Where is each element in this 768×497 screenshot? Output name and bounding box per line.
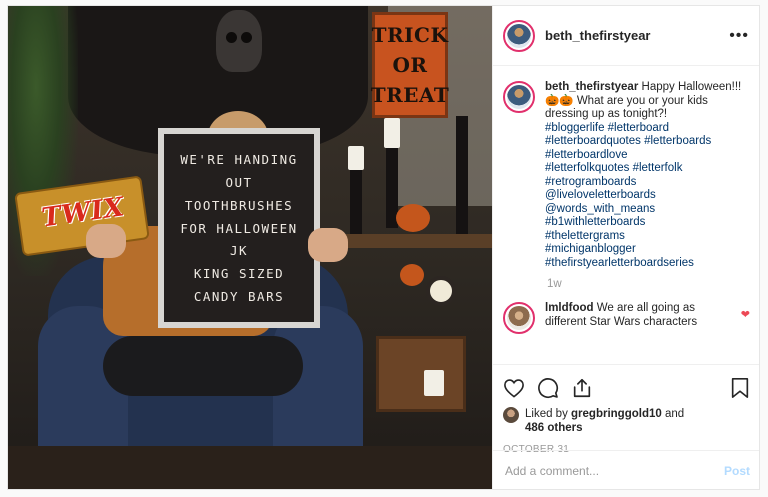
hashtag-line[interactable]: #thefirstyearletterboardseries (545, 257, 745, 271)
hashtag-line[interactable]: #bloggerlife #letterboard (545, 122, 745, 136)
post-header: beth_thefirstyear ••• (493, 6, 759, 66)
hashtag-line[interactable]: #letterboardquotes #letterboards (545, 135, 745, 149)
letter-board-line: JK (229, 243, 249, 259)
avatar[interactable] (503, 302, 535, 334)
bookmark-icon[interactable] (730, 377, 750, 399)
caption: beth_thefirstyear Happy Halloween!!! 🎃🎃 … (503, 81, 750, 270)
candle-stand (456, 116, 468, 234)
letter-board-line: OUT (225, 174, 253, 190)
tot-sign-line: OR (392, 53, 428, 77)
post-photo[interactable]: TRICK OR TREAT WE'RE HANDING OUT TOOTHBR… (8, 6, 492, 489)
post-card: TRICK OR TREAT WE'RE HANDING OUT TOOTHBR… (7, 5, 760, 490)
tot-sign-line: TREAT (370, 83, 450, 107)
trick-or-treat-sign: TRICK OR TREAT (370, 12, 450, 118)
caption-username[interactable]: beth_thefirstyear (545, 81, 638, 93)
post-comment-button[interactable]: Post (724, 464, 750, 478)
likes-middle: and (661, 408, 685, 420)
letter-board-line: WE'RE HANDING (180, 151, 298, 167)
letter-board-line: FOR HALLOWEEN (180, 220, 298, 236)
hashtag-line[interactable]: #b1withletterboards (545, 216, 745, 230)
hand (86, 224, 126, 258)
candle (384, 118, 400, 148)
avatar-image (507, 23, 531, 48)
caption-timestamp[interactable]: 1w (547, 278, 750, 290)
avatar[interactable] (503, 19, 535, 52)
more-options-icon[interactable]: ••• (729, 27, 749, 44)
add-comment-input[interactable] (505, 464, 724, 478)
post-sidebar: beth_thefirstyear ••• beth_thefirstyear … (492, 6, 759, 489)
comment-like-heart-icon[interactable]: ❤ (741, 308, 750, 321)
comment-username[interactable]: lmldfood (545, 302, 594, 314)
letter-board-line: TOOTHBRUSHES (184, 197, 294, 213)
comment-icon[interactable] (537, 377, 559, 399)
add-comment-bar: Post (493, 450, 759, 489)
hashtag-line[interactable]: @liveloveletterboards (545, 189, 745, 203)
clock (426, 276, 456, 306)
hashtag-line[interactable]: #letterboardlove (545, 149, 745, 163)
hashtag-line[interactable]: #letterfolkquotes #letterfolk (545, 162, 745, 176)
share-icon[interactable] (571, 377, 593, 399)
shelf (338, 234, 492, 248)
hashtag-line[interactable]: #retrogramboards (545, 176, 745, 190)
pumpkin (396, 204, 430, 232)
action-bar: Liked by gregbringgold10 and 486 others … (493, 364, 759, 455)
tot-sign-line: TRICK (371, 23, 449, 47)
candle (424, 370, 444, 396)
avatar-image (507, 85, 531, 109)
likes-text: Liked by gregbringgold10 and 486 others (525, 407, 684, 435)
comment-body: lmldfood We are all going as different S… (545, 302, 723, 329)
avatar[interactable] (503, 81, 535, 113)
likes-summary: Liked by gregbringgold10 and 486 others (503, 407, 750, 435)
letter-board: WE'RE HANDING OUT TOOTHBRUSHES FOR HALLO… (158, 128, 320, 328)
candle-stand (350, 168, 362, 234)
heart-icon[interactable] (503, 378, 525, 398)
comment: lmldfood We are all going as different S… (503, 302, 750, 334)
letter-board-line: CANDY BARS (193, 289, 285, 305)
avatar-image (507, 306, 531, 330)
likes-prefix: Liked by (525, 408, 572, 420)
action-icons (503, 373, 750, 403)
pumpkin (400, 264, 424, 286)
hashtag-line[interactable]: #thelettergrams (545, 230, 745, 244)
person-legs (103, 336, 303, 396)
candle (348, 146, 364, 170)
caption-body: beth_thefirstyear Happy Halloween!!! 🎃🎃 … (545, 81, 745, 270)
liker-avatar[interactable] (503, 407, 519, 423)
floor (8, 446, 492, 489)
hand (308, 228, 348, 262)
liker-username[interactable]: gregbringgold10 (571, 408, 662, 420)
hashtag-line[interactable]: #michiganblogger (545, 243, 745, 257)
likes-others-link[interactable]: 486 others (525, 422, 583, 434)
wooden-crate (376, 336, 466, 412)
skull-decoration (216, 10, 262, 72)
hashtag-line[interactable]: @words_with_means (545, 203, 745, 217)
comments-section: beth_thefirstyear Happy Halloween!!! 🎃🎃 … (493, 67, 759, 357)
letter-board-line: KING SIZED (193, 266, 285, 282)
header-username[interactable]: beth_thefirstyear (545, 28, 650, 43)
hashtag-list: #bloggerlife #letterboard #letterboardqu… (545, 122, 745, 271)
